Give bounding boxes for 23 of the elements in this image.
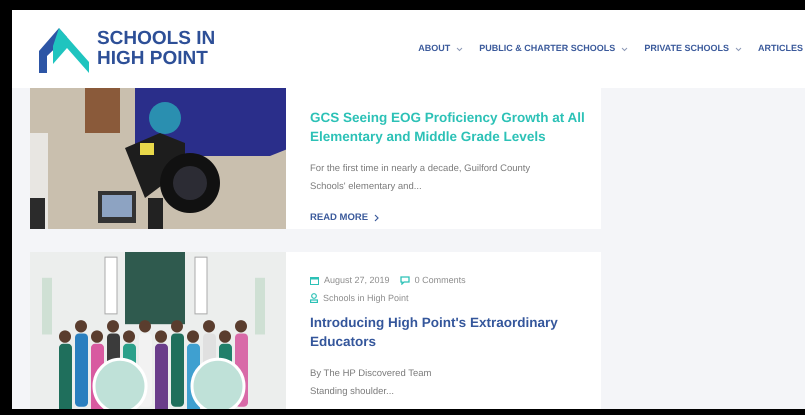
- nav-link[interactable]: ARTICLES: [758, 42, 803, 56]
- logo-text: HIGH POINT: [97, 49, 209, 69]
- post-excerpt: Standing shoulder...: [310, 385, 395, 399]
- post-title[interactable]: Introducing High Point's Extraordinary Educators: [310, 313, 595, 351]
- post-author[interactable]: Schools in High Point: [323, 292, 409, 305]
- chevron-down-icon: [621, 46, 628, 52]
- nav-link[interactable]: PUBLIC & CHARTER SCHOOLS: [479, 42, 628, 56]
- logo-text: SCHOOLS IN: [97, 29, 216, 49]
- calendar-icon: [310, 276, 319, 286]
- comment-icon: [400, 276, 410, 286]
- post-excerpt: By The HP Discovered Team: [310, 367, 432, 381]
- post-excerpt: Schools' elementary and...: [310, 180, 423, 194]
- logo-icon: [39, 26, 89, 72]
- read-more-link[interactable]: READ MORE: [310, 211, 595, 226]
- user-icon: [310, 293, 318, 304]
- post-excerpt: For the first time in nearly a decade, Guilford County: [310, 162, 532, 176]
- nav-link[interactable]: ABOUT: [418, 42, 464, 56]
- post-date: August 27, 2019: [324, 274, 390, 287]
- chevron-down-icon: [735, 46, 742, 52]
- chevron-down-icon: [456, 46, 464, 52]
- comment-count[interactable]: 0 Comments: [414, 274, 466, 288]
- chevron-right-icon: [374, 214, 380, 222]
- nav-link[interactable]: PRIVATE SCHOOLS: [644, 42, 742, 56]
